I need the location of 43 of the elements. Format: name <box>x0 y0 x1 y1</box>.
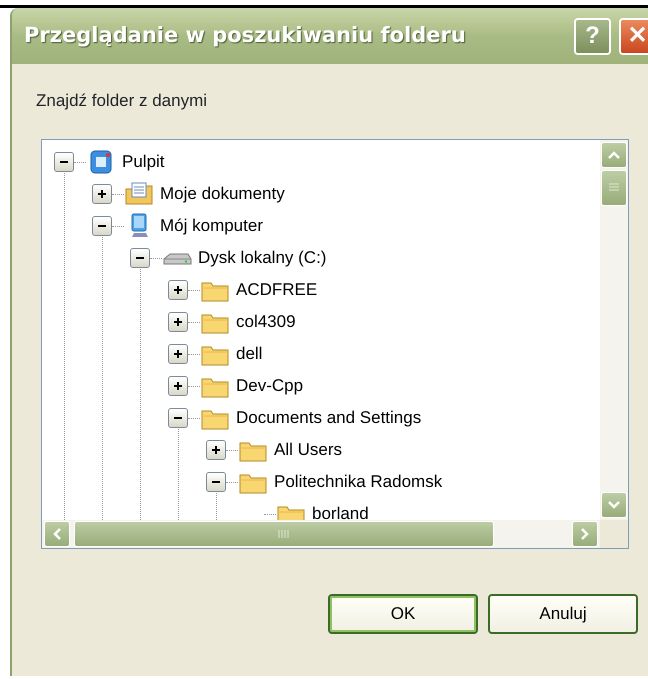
plus-icon <box>173 285 183 295</box>
tree-item-label[interactable]: Dev-Cpp <box>236 373 304 399</box>
tree-item-label[interactable]: Pulpit <box>122 149 165 175</box>
plus-icon <box>173 317 183 327</box>
tree-item-label[interactable]: ACDFREE <box>236 277 318 303</box>
tree-item-label[interactable]: dell <box>236 341 262 367</box>
horizontal-scroll-thumb[interactable] <box>74 521 494 547</box>
tree-item-label[interactable]: Documents and Settings <box>236 405 422 431</box>
tree-item-label[interactable]: Dysk lokalny (C:) <box>198 245 326 271</box>
collapse-toggle[interactable] <box>92 216 112 236</box>
expand-toggle[interactable] <box>92 184 112 204</box>
cancel-button[interactable]: Anuluj <box>488 594 638 634</box>
chevron-down-icon <box>607 500 621 510</box>
scrollbar-corner <box>600 520 628 548</box>
window-title: Przeglądanie w poszukiwaniu folderu <box>24 22 467 50</box>
tree-item-label[interactable]: Politechnika Radomsk <box>274 469 442 495</box>
collapse-toggle[interactable] <box>130 248 150 268</box>
tree-item-label[interactable]: borland <box>312 501 369 520</box>
expand-toggle[interactable] <box>168 280 188 300</box>
expand-toggle[interactable] <box>168 344 188 364</box>
plus-icon <box>211 445 221 455</box>
expand-toggle[interactable] <box>168 312 188 332</box>
tree-item-label[interactable]: All Users <box>274 437 342 463</box>
plus-icon <box>97 189 107 199</box>
collapse-toggle[interactable] <box>168 408 188 428</box>
chevron-up-icon <box>607 150 621 160</box>
scroll-thumb[interactable] <box>601 170 627 206</box>
prompt-text: Znajdź folder z danymi <box>36 91 208 110</box>
grip-icon <box>278 529 290 539</box>
plus-icon <box>173 349 183 359</box>
chevron-right-icon <box>580 527 590 541</box>
documents-folder-icon <box>124 181 154 207</box>
tree-item-label[interactable]: Moje dokumenty <box>160 181 285 207</box>
ok-button[interactable]: OK <box>328 594 478 634</box>
collapse-toggle[interactable] <box>54 152 74 172</box>
expand-toggle[interactable] <box>206 440 226 460</box>
collapse-toggle[interactable] <box>206 472 226 492</box>
chevron-left-icon <box>52 527 62 541</box>
plus-icon <box>173 381 183 391</box>
grip-icon <box>608 183 620 193</box>
tree-item-label[interactable]: col4309 <box>236 309 296 335</box>
tree-item-label[interactable]: Mój komputer <box>160 213 263 239</box>
expand-toggle[interactable] <box>168 376 188 396</box>
